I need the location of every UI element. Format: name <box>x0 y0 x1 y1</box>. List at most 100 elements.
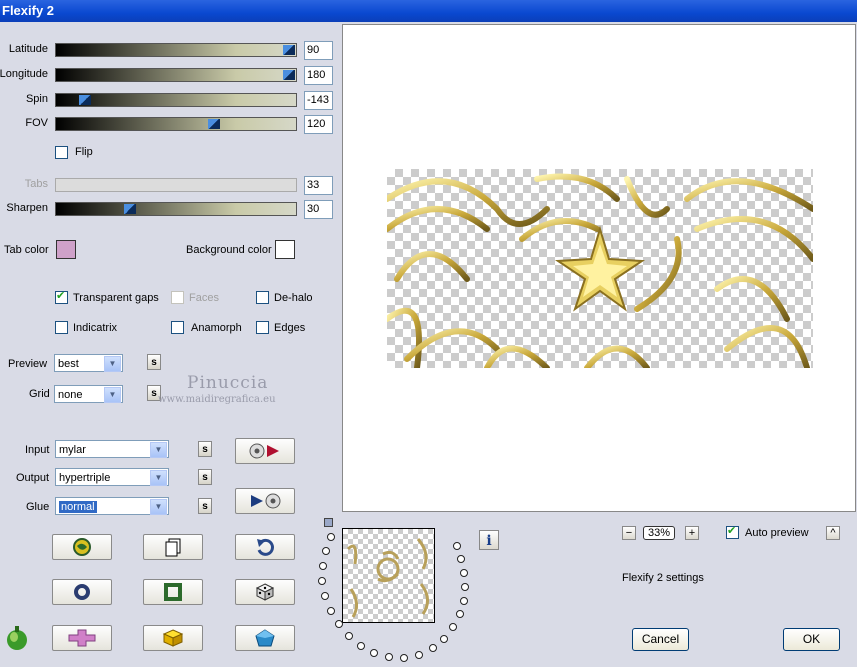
navigator-dot[interactable] <box>457 555 465 563</box>
slider-thumb[interactable] <box>282 45 295 55</box>
navigator-dot[interactable] <box>357 642 365 650</box>
navigator-dot[interactable] <box>449 623 457 631</box>
auto-preview-checkbox[interactable] <box>726 524 739 539</box>
watermark-site: www.maidiregrafica.eu <box>158 394 276 405</box>
latitude-slider[interactable] <box>55 43 297 57</box>
navigator-dot[interactable] <box>319 562 327 570</box>
chevron-down-icon[interactable]: ▼ <box>150 442 167 458</box>
slider-thumb[interactable] <box>282 70 295 80</box>
chevron-down-icon[interactable]: ▼ <box>150 499 167 515</box>
indicatrix-label: Indicatrix <box>73 322 118 334</box>
input-s-button[interactable]: s <box>198 441 212 457</box>
preview-image <box>387 169 813 368</box>
title-bar: Flexify 2 <box>0 0 857 22</box>
random-button[interactable] <box>235 579 295 605</box>
navigator-dot[interactable] <box>370 649 378 657</box>
glue-select[interactable]: normal ▼ <box>55 497 169 515</box>
faces-checkbox[interactable] <box>171 291 184 304</box>
cross-button[interactable] <box>52 625 112 651</box>
cancel-button[interactable]: Cancel <box>632 628 689 651</box>
spin-slider[interactable] <box>55 93 297 107</box>
polyhedron-button[interactable] <box>235 625 295 651</box>
chevron-down-icon[interactable]: ▼ <box>104 387 121 403</box>
spin-label: Spin <box>25 93 48 105</box>
ring-button[interactable] <box>52 579 112 605</box>
watermark-name: Pinuccia <box>187 373 269 393</box>
de-halo-checkbox[interactable] <box>256 291 269 304</box>
preview-select[interactable]: best ▼ <box>54 354 123 372</box>
longitude-slider[interactable] <box>55 68 297 82</box>
navigator-dot[interactable] <box>335 620 343 628</box>
globe-button[interactable] <box>52 534 112 560</box>
indicatrix-checkbox[interactable] <box>55 321 68 334</box>
undo-button[interactable] <box>235 534 295 560</box>
window-title: Flexify 2 <box>2 3 55 18</box>
glue-s-button[interactable]: s <box>198 498 212 514</box>
de-halo-label: De-halo <box>274 292 313 304</box>
ok-button[interactable]: OK <box>783 628 840 651</box>
spin-input[interactable]: -143 <box>304 91 333 110</box>
latitude-label: Latitude <box>8 43 48 55</box>
copy-button[interactable] <box>143 534 203 560</box>
chevron-down-icon[interactable]: ▼ <box>150 470 167 486</box>
navigator-dot[interactable] <box>318 577 326 585</box>
anamorph-checkbox[interactable] <box>171 321 184 334</box>
navigator-dot[interactable] <box>456 610 464 618</box>
output-select[interactable]: hypertriple ▼ <box>55 468 169 486</box>
navigator-handle[interactable] <box>324 518 333 527</box>
info-button[interactable]: i <box>479 530 499 550</box>
chevron-down-icon[interactable]: ▼ <box>104 356 121 372</box>
navigator-dot[interactable] <box>385 653 393 661</box>
play-disc-icon <box>251 493 281 509</box>
load-input-button[interactable] <box>235 438 295 464</box>
navigator-dot[interactable] <box>327 533 335 541</box>
flip-checkbox[interactable] <box>55 146 68 159</box>
navigator-dot[interactable] <box>461 583 469 591</box>
zoom-in-button[interactable]: + <box>685 526 699 540</box>
navigator-dot[interactable] <box>440 635 448 643</box>
transparent-gaps-checkbox[interactable] <box>55 289 68 304</box>
tab-color-swatch[interactable] <box>56 240 76 259</box>
output-s-button[interactable]: s <box>198 469 212 485</box>
navigator-dot[interactable] <box>327 607 335 615</box>
zoom-out-button[interactable]: − <box>622 526 636 540</box>
navigator-thumbnail[interactable] <box>342 528 435 623</box>
navigator-dot[interactable] <box>322 547 330 555</box>
navigator-dot[interactable] <box>345 632 353 640</box>
edges-label: Edges <box>274 322 306 334</box>
fov-input[interactable]: 120 <box>304 115 333 134</box>
navigator-dot[interactable] <box>453 542 461 550</box>
preview-pane[interactable] <box>342 24 856 512</box>
glue-select-value: normal <box>59 501 97 513</box>
background-color-swatch[interactable] <box>275 240 295 259</box>
sharpen-input[interactable]: 30 <box>304 200 333 219</box>
disc-play-icon <box>249 443 279 459</box>
edges-checkbox[interactable] <box>256 321 269 334</box>
preview-s-button[interactable]: s <box>147 354 161 370</box>
save-output-button[interactable] <box>235 488 295 514</box>
square-icon <box>164 583 182 601</box>
cube-icon <box>162 629 184 647</box>
input-select[interactable]: mylar ▼ <box>55 440 169 458</box>
navigator-dot[interactable] <box>460 569 468 577</box>
ring-icon <box>74 584 90 600</box>
slider-thumb[interactable] <box>78 95 91 105</box>
collapse-button[interactable]: ^ <box>826 526 840 540</box>
slider-thumb[interactable] <box>124 204 137 214</box>
slider-thumb[interactable] <box>208 119 221 129</box>
longitude-input[interactable]: 180 <box>304 66 333 85</box>
square-button[interactable] <box>143 579 203 605</box>
navigator-dot[interactable] <box>460 597 468 605</box>
grid-select[interactable]: none ▼ <box>54 385 123 403</box>
fov-label: FOV <box>25 117 48 129</box>
fov-slider[interactable] <box>55 117 297 131</box>
navigator-dot[interactable] <box>429 644 437 652</box>
latitude-input[interactable]: 90 <box>304 41 333 60</box>
navigator-dot[interactable] <box>321 592 329 600</box>
flexify-result-image <box>387 173 813 368</box>
navigator-dot[interactable] <box>400 654 408 662</box>
tabs-input[interactable]: 33 <box>304 176 333 195</box>
navigator-dot[interactable] <box>415 651 423 659</box>
sharpen-slider[interactable] <box>55 202 297 216</box>
cube-button[interactable] <box>143 625 203 651</box>
